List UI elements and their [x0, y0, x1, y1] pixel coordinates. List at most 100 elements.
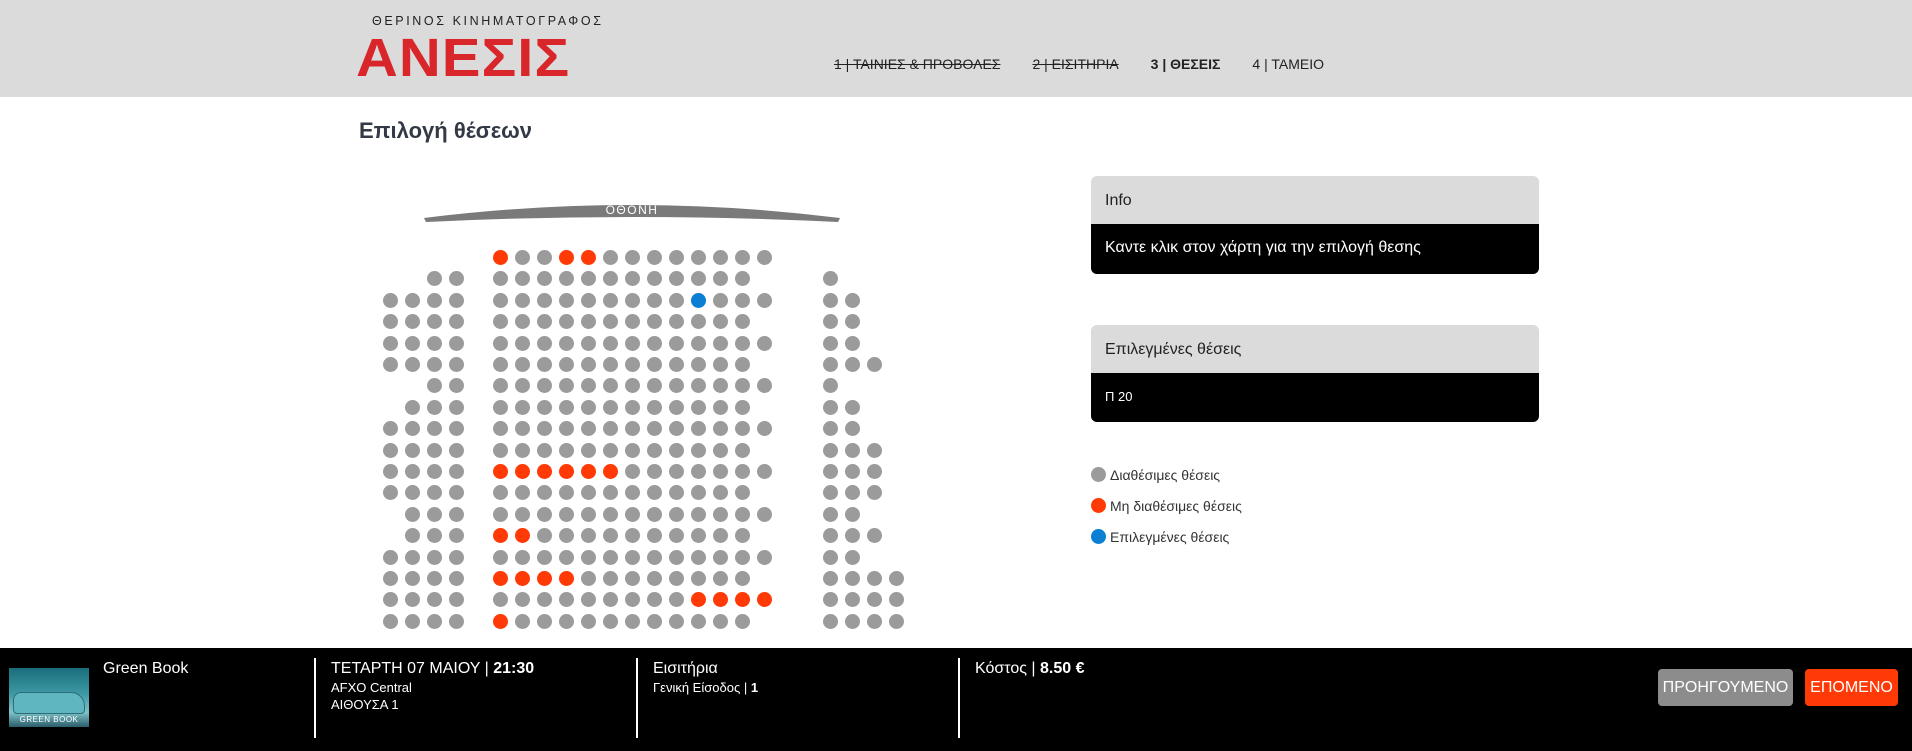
seat-available[interactable]: [537, 314, 552, 329]
seat-available[interactable]: [559, 507, 574, 522]
seat-available[interactable]: [757, 550, 772, 565]
seat-map[interactable]: ΟΘΟΝΗ: [370, 190, 904, 630]
seat-available[interactable]: [647, 571, 662, 586]
seat-available[interactable]: [449, 421, 464, 436]
seat-available[interactable]: [625, 357, 640, 372]
seat-available[interactable]: [515, 485, 530, 500]
seat-available[interactable]: [581, 336, 596, 351]
seat-available[interactable]: [493, 443, 508, 458]
seat-available[interactable]: [823, 507, 838, 522]
seat-available[interactable]: [581, 271, 596, 286]
seat-available[interactable]: [581, 443, 596, 458]
seat-available[interactable]: [449, 378, 464, 393]
seat-available[interactable]: [515, 250, 530, 265]
seat-available[interactable]: [559, 400, 574, 415]
seat-available[interactable]: [647, 378, 662, 393]
seat-available[interactable]: [537, 250, 552, 265]
seat-available[interactable]: [405, 421, 420, 436]
seat-available[interactable]: [449, 507, 464, 522]
seat-available[interactable]: [449, 571, 464, 586]
seat-available[interactable]: [515, 271, 530, 286]
seat-available[interactable]: [581, 400, 596, 415]
seat-available[interactable]: [625, 507, 640, 522]
seat-available[interactable]: [647, 550, 662, 565]
seat-available[interactable]: [647, 271, 662, 286]
seat-available[interactable]: [537, 357, 552, 372]
seat-available[interactable]: [735, 357, 750, 372]
seat-available[interactable]: [735, 314, 750, 329]
seat-available[interactable]: [757, 421, 772, 436]
seat-available[interactable]: [493, 485, 508, 500]
seat-available[interactable]: [845, 421, 860, 436]
seat-available[interactable]: [427, 293, 442, 308]
seat-available[interactable]: [713, 271, 728, 286]
seat-available[interactable]: [625, 614, 640, 629]
seat-available[interactable]: [757, 336, 772, 351]
seat-available[interactable]: [823, 336, 838, 351]
seat-available[interactable]: [449, 314, 464, 329]
seat-available[interactable]: [845, 592, 860, 607]
seat-available[interactable]: [713, 378, 728, 393]
seat-available[interactable]: [559, 314, 574, 329]
seat-available[interactable]: [515, 507, 530, 522]
seat-available[interactable]: [427, 571, 442, 586]
seat-available[interactable]: [669, 357, 684, 372]
seat-available[interactable]: [625, 571, 640, 586]
seat-available[interactable]: [537, 400, 552, 415]
seat-available[interactable]: [449, 293, 464, 308]
seat-available[interactable]: [889, 571, 904, 586]
seat-available[interactable]: [713, 614, 728, 629]
seat-available[interactable]: [735, 443, 750, 458]
seat-available[interactable]: [427, 421, 442, 436]
seat-available[interactable]: [669, 378, 684, 393]
seat-available[interactable]: [647, 336, 662, 351]
seat-available[interactable]: [493, 378, 508, 393]
seat-available[interactable]: [713, 293, 728, 308]
seat-available[interactable]: [669, 250, 684, 265]
seat-available[interactable]: [625, 400, 640, 415]
seat-available[interactable]: [581, 550, 596, 565]
seat-available[interactable]: [603, 507, 618, 522]
seat-available[interactable]: [691, 378, 706, 393]
seat-available[interactable]: [867, 443, 882, 458]
seat-available[interactable]: [669, 571, 684, 586]
seat-available[interactable]: [603, 421, 618, 436]
seat-available[interactable]: [493, 507, 508, 522]
seat-available[interactable]: [493, 550, 508, 565]
seat-available[interactable]: [559, 485, 574, 500]
seat-available[interactable]: [559, 443, 574, 458]
seat-available[interactable]: [559, 528, 574, 543]
seat-available[interactable]: [823, 592, 838, 607]
seat-available[interactable]: [647, 443, 662, 458]
seat-available[interactable]: [581, 485, 596, 500]
seat-available[interactable]: [603, 400, 618, 415]
seat-available[interactable]: [845, 464, 860, 479]
seat-available[interactable]: [515, 357, 530, 372]
seat-available[interactable]: [691, 507, 706, 522]
seat-available[interactable]: [735, 550, 750, 565]
seat-available[interactable]: [603, 314, 618, 329]
step-seats[interactable]: 3 | ΘΕΣΕΙΣ: [1151, 56, 1221, 72]
seat-available[interactable]: [647, 421, 662, 436]
seat-available[interactable]: [405, 528, 420, 543]
seat-available[interactable]: [691, 464, 706, 479]
seat-available[interactable]: [603, 271, 618, 286]
seat-available[interactable]: [515, 592, 530, 607]
seat-available[interactable]: [845, 400, 860, 415]
seat-available[interactable]: [669, 293, 684, 308]
seat-available[interactable]: [603, 336, 618, 351]
seat-available[interactable]: [625, 443, 640, 458]
seat-available[interactable]: [691, 314, 706, 329]
seat-available[interactable]: [669, 314, 684, 329]
seat-available[interactable]: [405, 550, 420, 565]
seat-available[interactable]: [537, 271, 552, 286]
seat-available[interactable]: [515, 614, 530, 629]
seat-available[interactable]: [559, 421, 574, 436]
seat-available[interactable]: [537, 293, 552, 308]
seat-available[interactable]: [515, 314, 530, 329]
seat-available[interactable]: [603, 528, 618, 543]
seat-available[interactable]: [581, 592, 596, 607]
seat-available[interactable]: [493, 293, 508, 308]
seat-available[interactable]: [559, 378, 574, 393]
seat-available[interactable]: [669, 550, 684, 565]
